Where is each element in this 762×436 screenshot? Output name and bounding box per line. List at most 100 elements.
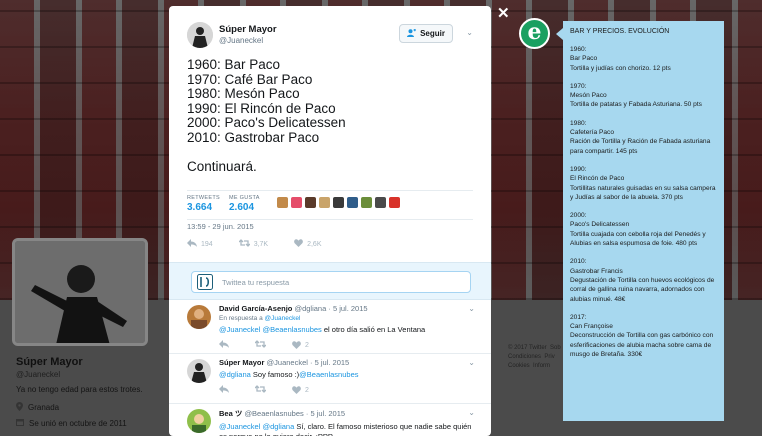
entry-name: Bar Paco xyxy=(570,55,598,63)
retweets-stat[interactable]: RETWEETS 3.664 xyxy=(187,195,220,213)
reply-mention[interactable]: @Beaenlasnubes xyxy=(299,370,358,379)
reply-count: 194 xyxy=(201,240,213,248)
reply-context: En respuesta a xyxy=(219,315,263,322)
reply-author[interactable]: Súper Mayor xyxy=(219,358,264,367)
author-handle[interactable]: @Juaneckel xyxy=(219,36,263,45)
author-avatar[interactable] xyxy=(187,22,213,48)
list-item[interactable]: David García-Asenjo @dgliana · 5 jul. 20… xyxy=(169,300,491,354)
reply-mentions[interactable]: @Juaneckel @Beaenlasnubes xyxy=(219,325,322,334)
liker-avatar[interactable] xyxy=(389,197,400,208)
reply-composer: Twittea tu respuesta xyxy=(169,262,491,300)
liker-avatar[interactable] xyxy=(361,197,372,208)
liker-avatar[interactable] xyxy=(319,197,330,208)
entry-name: Mesón Paco xyxy=(570,92,607,100)
reply-mentions[interactable]: @dgliana xyxy=(219,370,251,379)
composer-icon xyxy=(197,274,213,290)
liker-avatar[interactable] xyxy=(277,197,288,208)
close-icon[interactable]: ✕ xyxy=(497,4,510,22)
tweet-line: 1980: Mesón Paco xyxy=(187,86,300,102)
liker-avatar[interactable] xyxy=(375,197,386,208)
reply-text: Soy famoso :) xyxy=(250,370,300,379)
liker-avatar[interactable] xyxy=(305,197,316,208)
reply-icon[interactable] xyxy=(219,385,229,395)
like-action[interactable]: 2 xyxy=(292,341,309,349)
tweet-stats: RETWEETS 3.664 ME GUSTA 2.604 xyxy=(187,190,473,220)
add-user-icon xyxy=(407,28,417,39)
tweet-header: Súper Mayor @Juaneckel Seguir ⌄ xyxy=(187,22,473,52)
reply-avatar[interactable] xyxy=(187,359,211,383)
like-count: 2,6K xyxy=(307,240,322,248)
reply-placeholder: Twittea tu respuesta xyxy=(222,278,290,287)
reply-mentions[interactable]: @Juaneckel @dgliana xyxy=(219,422,294,431)
entry-desc: Tortillitas naturales guisadas en su sal… xyxy=(570,184,716,201)
reply-date[interactable]: 5 jul. 2015 xyxy=(310,409,345,418)
entry-year: 1990: xyxy=(570,165,587,173)
entry-desc: Tortilla cuajada con cebolla roja del Pe… xyxy=(570,230,706,248)
reply-context-link[interactable]: @Juaneckel xyxy=(265,315,301,322)
chevron-down-icon[interactable]: ⌄ xyxy=(466,28,473,37)
follow-button[interactable]: Seguir xyxy=(399,24,453,43)
panel-entry: 1960: Bar Paco Tortilla y judías con cho… xyxy=(570,45,718,73)
heart-icon xyxy=(292,386,301,394)
tweet-timestamp[interactable]: 13:59 - 29 jun. 2015 xyxy=(187,222,254,231)
entry-year: 2000: xyxy=(570,212,587,220)
entry-year: 1970: xyxy=(570,82,587,90)
follow-label: Seguir xyxy=(420,29,445,38)
reply-input[interactable]: Twittea tu respuesta xyxy=(191,271,471,293)
liker-avatar[interactable] xyxy=(333,197,344,208)
reply-avatar[interactable] xyxy=(187,409,211,433)
heart-icon xyxy=(294,239,303,249)
panel-entry: 2000: Paco's Delicatessen Tortilla cuaja… xyxy=(570,211,718,248)
likers-avatars xyxy=(277,197,400,208)
reply-avatar[interactable] xyxy=(187,305,211,329)
reply-author[interactable]: Bea ツ xyxy=(219,409,242,418)
panel-entry: 1970: Mesón Paco Tortilla de patatas y F… xyxy=(570,82,718,110)
retweet-icon[interactable] xyxy=(254,340,267,350)
reply-date[interactable]: 5 jul. 2015 xyxy=(315,358,350,367)
panel-entry: 1980: Cafetería Paco Ración de Tortilla … xyxy=(570,119,718,156)
reply-icon[interactable] xyxy=(219,340,229,350)
retweet-icon xyxy=(238,239,251,249)
retweet-icon[interactable] xyxy=(254,385,267,395)
liker-avatar[interactable] xyxy=(347,197,358,208)
reply-handle[interactable]: @Beaenlasnubes xyxy=(244,409,303,418)
tweet-text: 1960: Bar Paco 1970: Café Bar Paco 1980:… xyxy=(187,57,477,175)
chevron-down-icon[interactable]: ⌄ xyxy=(468,358,475,367)
reply-action[interactable]: 194 xyxy=(187,239,213,249)
entry-name: Gastrobar Francis xyxy=(570,267,623,275)
reply-text: el otro día salió en La Ventana xyxy=(321,325,426,334)
retweet-action[interactable]: 3,7K xyxy=(238,239,269,249)
likes-stat[interactable]: ME GUSTA 2.604 xyxy=(229,195,260,213)
entry-year: 2010: xyxy=(570,258,587,266)
tweet-line: 1970: Café Bar Paco xyxy=(187,71,313,87)
like-action[interactable]: 2 xyxy=(292,386,309,394)
chevron-down-icon[interactable]: ⌄ xyxy=(468,408,475,417)
chevron-down-icon[interactable]: ⌄ xyxy=(468,304,475,313)
entry-desc: Tortilla de patatas y Fabada Asturiana. … xyxy=(570,101,702,109)
reply-handle[interactable]: @dgliana xyxy=(294,304,326,313)
retweet-count: 3,7K xyxy=(253,240,269,248)
like-action[interactable]: 2,6K xyxy=(294,239,322,249)
heart-icon xyxy=(292,341,301,349)
reply-handle[interactable]: @Juaneckel xyxy=(267,358,308,367)
e-logo-icon[interactable]: e xyxy=(519,18,550,49)
list-item[interactable]: Bea ツ @Beaenlasnubes · 5 jul. 2015 @Juan… xyxy=(169,404,491,436)
list-item[interactable]: Súper Mayor @Juaneckel · 5 jul. 2015 @dg… xyxy=(169,354,491,404)
like-count: 2 xyxy=(305,386,309,394)
replies-list: David García-Asenjo @dgliana · 5 jul. 20… xyxy=(169,300,491,436)
retweets-label: RETWEETS xyxy=(187,195,220,201)
panel-entry: 2017: Can Françoise Deconstrucción de To… xyxy=(570,313,718,359)
entry-desc: Ración de Tortilla y Ración de Fabada as… xyxy=(570,138,711,155)
tweet-line: Continuará. xyxy=(187,159,257,175)
author-name[interactable]: Súper Mayor xyxy=(219,24,277,35)
entry-desc: Tortilla y judías con chorizo. 12 pts xyxy=(570,64,671,72)
tweet-actions: 194 3,7K 2,6K xyxy=(187,239,322,249)
liker-avatar[interactable] xyxy=(291,197,302,208)
entry-desc: Degustación de Tortilla con huevos ecoló… xyxy=(570,276,715,303)
tweet-line: 1990: El Rincón de Paco xyxy=(187,100,336,116)
like-count: 2 xyxy=(305,341,309,349)
reply-date[interactable]: 5 jul. 2015 xyxy=(333,304,368,313)
reply-author[interactable]: David García-Asenjo xyxy=(219,304,292,313)
entry-year: 2017: xyxy=(570,313,587,321)
likes-count: 2.604 xyxy=(229,202,255,213)
